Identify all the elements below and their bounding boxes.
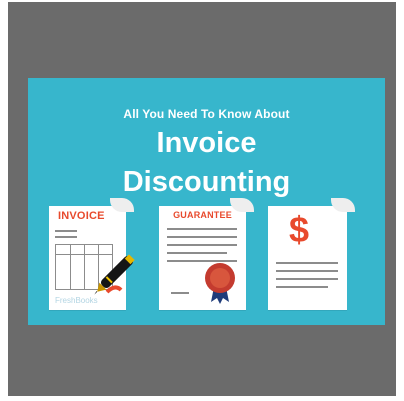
guarantee-label: GUARANTEE (173, 210, 232, 220)
payment-line (276, 270, 338, 272)
kicker-text: All You Need To Know About (123, 107, 290, 121)
payment-line (276, 262, 338, 264)
payment-line (276, 278, 338, 280)
pen-icon (94, 254, 135, 295)
title-line-1: Invoice (156, 127, 257, 159)
invoice-line (55, 230, 77, 232)
thumbnail-banner: All You Need To Know About Invoice Disco… (28, 78, 385, 325)
guarantee-line (167, 236, 237, 238)
signature-line (171, 292, 189, 294)
guarantee-line (167, 252, 227, 254)
payment-line (276, 286, 328, 288)
seal-icon (205, 263, 235, 304)
invoice-label: INVOICE (58, 210, 105, 222)
dollar-icon: $ (288, 209, 310, 250)
invoice-document-icon: INVOICE FreshBooks (49, 198, 135, 310)
guarantee-document-icon: GUARANTEE (159, 198, 254, 310)
page-curl (331, 198, 355, 212)
title-line-2: Discounting (122, 166, 291, 198)
guarantee-line (167, 244, 237, 246)
guarantee-line (167, 228, 237, 230)
invoice-line (55, 236, 77, 238)
payment-document-icon: $ (268, 198, 355, 310)
